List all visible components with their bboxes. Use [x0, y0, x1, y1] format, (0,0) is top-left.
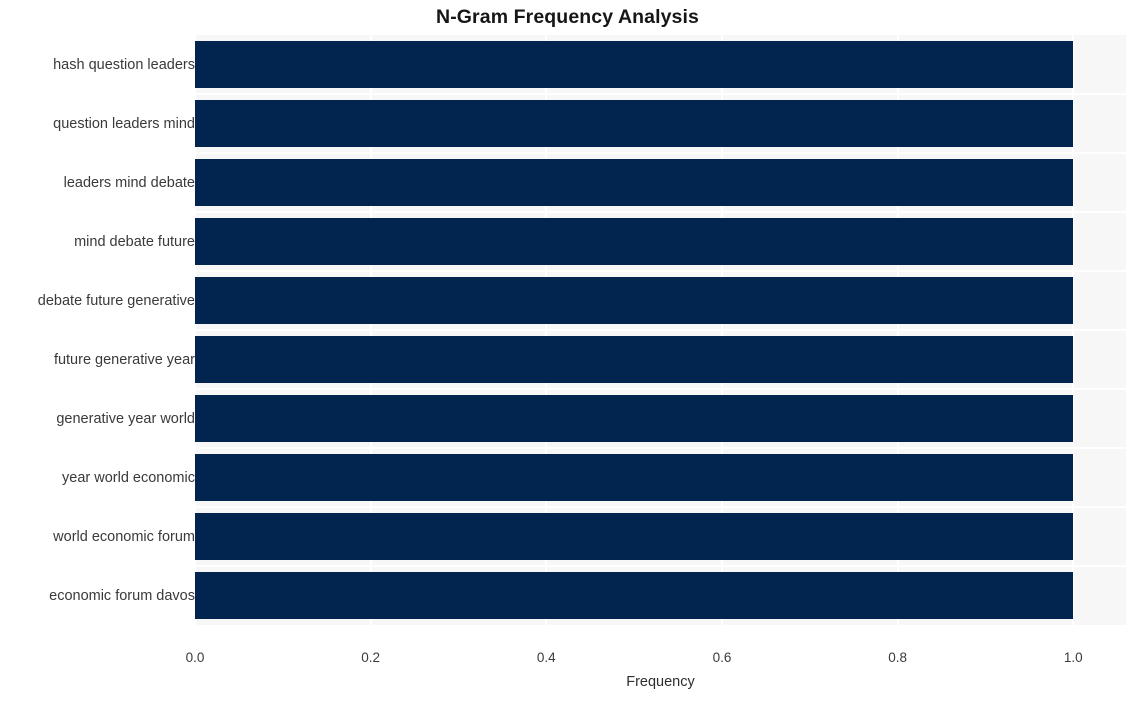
- plot-area: [195, 35, 1126, 625]
- x-axis-tick-labels: 0.0 0.2 0.4 0.6 0.8 1.0: [0, 650, 1135, 672]
- y-tick-label: hash question leaders: [53, 56, 195, 73]
- y-axis-tick-labels: hash question leaders question leaders mi…: [0, 0, 195, 701]
- bar[interactable]: [195, 395, 1074, 442]
- y-tick-label: leaders mind debate: [63, 174, 195, 191]
- y-tick-label: economic forum davos: [49, 587, 195, 604]
- y-gridline: [195, 211, 1126, 213]
- y-tick-label: mind debate future: [74, 233, 195, 250]
- y-gridline: [195, 447, 1126, 449]
- bar[interactable]: [195, 159, 1074, 206]
- x-axis-label: Frequency: [626, 674, 695, 690]
- x-tick-label: 0.6: [712, 650, 732, 665]
- y-tick-label: future generative year: [53, 351, 195, 368]
- x-tick-label: 0.0: [185, 650, 205, 665]
- y-gridline: [195, 270, 1126, 272]
- y-tick-label: question leaders mind: [53, 115, 195, 132]
- y-tick-label: year world economic: [62, 469, 195, 486]
- y-gridline: [195, 329, 1126, 331]
- bar[interactable]: [195, 454, 1074, 501]
- bar[interactable]: [195, 336, 1074, 383]
- y-gridline: [195, 506, 1126, 508]
- y-tick-label: world economic forum: [53, 528, 195, 545]
- y-tick-label: generative year world: [56, 410, 195, 427]
- y-gridline: [195, 565, 1126, 567]
- y-gridline: [195, 93, 1126, 95]
- bar[interactable]: [195, 277, 1074, 324]
- y-gridline: [195, 152, 1126, 154]
- bar[interactable]: [195, 218, 1074, 265]
- x-tick-label: 0.2: [361, 650, 381, 665]
- x-tick-label: 1.0: [1063, 650, 1083, 665]
- chart-figure: N-Gram Frequency Analysis hash question …: [0, 0, 1135, 701]
- bar[interactable]: [195, 41, 1074, 88]
- x-tick-label: 0.4: [536, 650, 556, 665]
- x-tick-label: 0.8: [888, 650, 908, 665]
- bar[interactable]: [195, 513, 1074, 560]
- bar[interactable]: [195, 100, 1074, 147]
- y-tick-label: debate future generative: [37, 292, 195, 309]
- y-gridline: [195, 388, 1126, 390]
- bar[interactable]: [195, 572, 1074, 619]
